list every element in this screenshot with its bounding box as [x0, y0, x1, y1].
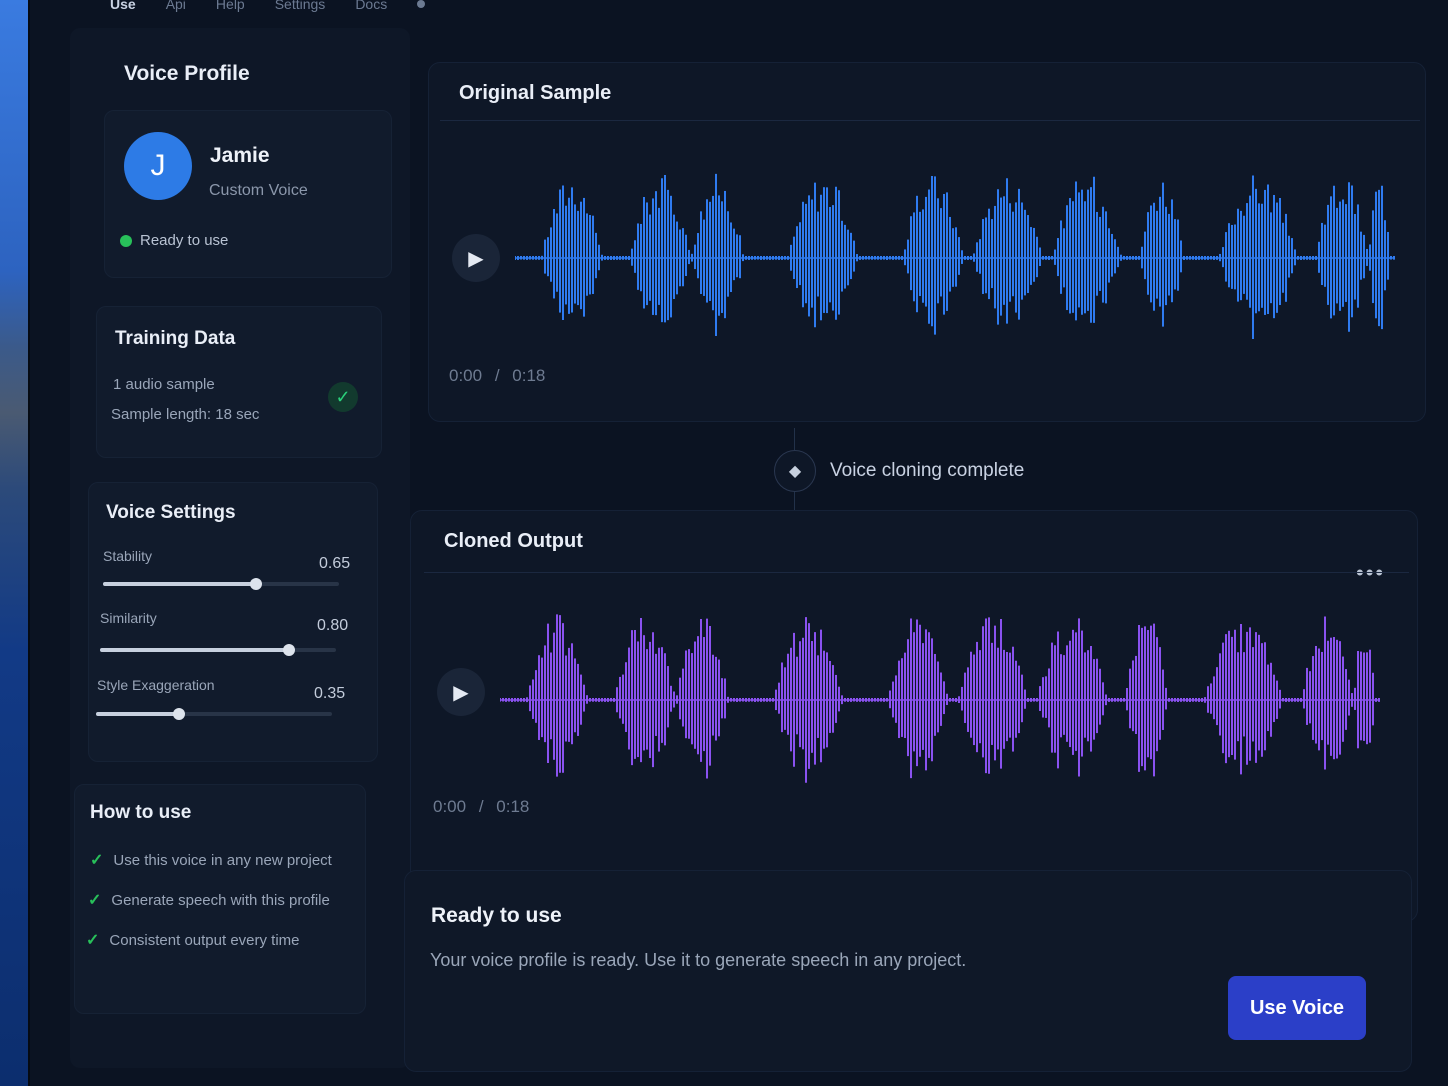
nav-item-api[interactable]: Api: [166, 0, 186, 12]
howto-title: How to use: [90, 802, 192, 823]
profile-type: Custom Voice: [209, 182, 308, 199]
check-icon: ✓: [88, 892, 102, 909]
style-exaggeration-label: Style Exaggeration: [97, 677, 215, 693]
top-nav: Use Api Help Settings Docs: [110, 0, 426, 12]
similarity-slider-fill: [100, 648, 289, 652]
cloning-status: ◆ Voice cloning complete: [774, 450, 1024, 492]
time-separator: /: [478, 797, 484, 816]
time-separator: /: [494, 366, 500, 385]
connector-line: [794, 428, 795, 450]
ready-title: Ready to use: [431, 904, 562, 927]
profile-status: Ready to use: [120, 232, 228, 249]
style-exaggeration-slider-fill: [96, 712, 179, 716]
style-exaggeration-slider[interactable]: [96, 708, 332, 720]
settings-title: Voice Settings: [106, 502, 236, 523]
cloned-waveform[interactable]: [500, 610, 1380, 790]
nav-item-help[interactable]: Help: [216, 0, 245, 12]
original-current-time: 0:00: [449, 366, 483, 385]
cloned-output-title: Cloned Output: [444, 530, 583, 552]
more-options-icon[interactable]: •••: [1356, 560, 1385, 586]
howto-item-text: Generate speech with this profile: [111, 891, 330, 909]
connector-line: [794, 490, 795, 512]
cloning-status-text: Voice cloning complete: [830, 460, 1025, 481]
similarity-label: Similarity: [100, 610, 157, 626]
similarity-slider[interactable]: [100, 644, 336, 656]
stability-value: 0.65: [319, 555, 351, 572]
profile-name: Jamie: [210, 144, 270, 167]
original-duration: 0:18: [512, 366, 546, 385]
training-sample-count: 1 audio sample: [113, 376, 215, 393]
cloned-duration: 0:18: [496, 797, 530, 816]
style-exaggeration-slider-handle[interactable]: [172, 708, 185, 720]
status-dot-icon: [120, 234, 132, 247]
original-sample-title: Original Sample: [459, 82, 612, 104]
sidebar-title: Voice Profile: [124, 62, 250, 85]
original-play-button[interactable]: ▶: [452, 234, 500, 282]
stability-slider-fill: [103, 582, 257, 586]
compare-icon: ◆: [774, 450, 816, 492]
check-icon: ✓: [328, 382, 358, 412]
nav-item-use[interactable]: Use: [110, 0, 136, 12]
howto-item: ✓ Consistent output every time: [86, 930, 300, 950]
stability-label: Stability: [103, 548, 153, 564]
cloned-time: 0:00 / 0:18: [433, 797, 529, 817]
divider: [440, 120, 1420, 121]
profile-status-label: Ready to use: [140, 232, 229, 249]
original-time: 0:00 / 0:18: [449, 366, 545, 386]
cloned-play-button[interactable]: ▶: [437, 668, 485, 716]
howto-item-text: Use this voice in any new project: [113, 851, 332, 869]
ready-description: Your voice profile is ready. Use it to g…: [430, 950, 967, 970]
avatar: J: [124, 132, 192, 200]
use-voice-button[interactable]: Use Voice: [1228, 976, 1366, 1040]
cloned-current-time: 0:00: [433, 797, 467, 816]
nav-item-docs[interactable]: Docs: [355, 0, 387, 12]
style-exaggeration-value: 0.35: [314, 685, 346, 702]
training-title: Training Data: [115, 328, 236, 349]
check-icon: ✓: [90, 852, 104, 869]
training-sample-length: Sample length: 18 sec: [111, 406, 260, 423]
check-icon: ✓: [86, 932, 100, 949]
nav-indicator-icon: [417, 0, 426, 8]
nav-item-settings[interactable]: Settings: [275, 0, 326, 12]
howto-item: ✓ Generate speech with this profile: [88, 890, 330, 910]
similarity-slider-handle[interactable]: [282, 644, 295, 656]
similarity-value: 0.80: [317, 617, 349, 634]
divider: [424, 572, 1409, 573]
ready-panel: [404, 870, 1412, 1072]
howto-item-text: Consistent output every time: [109, 931, 300, 949]
howto-item: ✓ Use this voice in any new project: [90, 850, 332, 870]
stability-slider[interactable]: [103, 578, 339, 590]
original-waveform[interactable]: [515, 168, 1395, 348]
